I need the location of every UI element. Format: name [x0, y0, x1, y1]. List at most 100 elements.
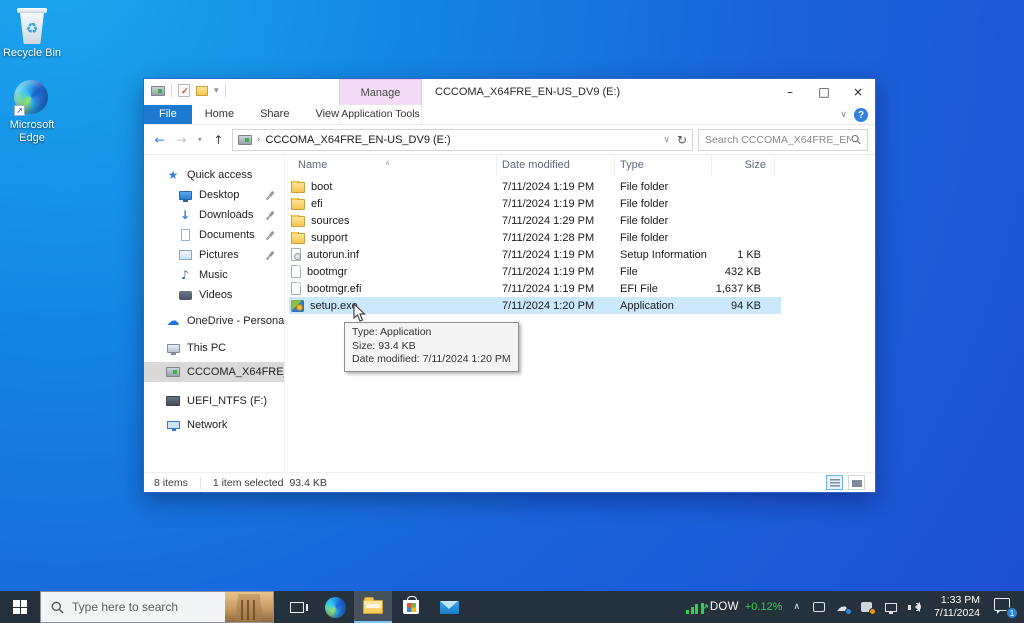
file-row-bootmgr[interactable]: bootmgr 7/11/2024 1:19 PM File 432 KB	[289, 263, 781, 280]
stock-index-label: DOW	[710, 601, 739, 613]
taskbar-app-edge[interactable]	[316, 591, 354, 623]
pin-icon	[266, 211, 275, 220]
properties-button[interactable]: ✓	[178, 84, 190, 97]
new-folder-button[interactable]	[196, 86, 208, 96]
column-header-date-modified[interactable]: Date modified	[497, 156, 615, 175]
taskbar-app-store[interactable]	[392, 591, 430, 623]
file-row-sources[interactable]: sources 7/11/2024 1:29 PM File folder	[289, 212, 781, 229]
taskbar-app-mail[interactable]	[430, 591, 468, 623]
file-explorer-icon	[363, 600, 383, 614]
pictures-icon	[178, 248, 192, 262]
monitor-icon	[166, 341, 180, 355]
details-view-button[interactable]	[826, 475, 843, 490]
refresh-icon[interactable]: ↻	[677, 133, 687, 147]
tooltip-size: Size: 93.4 KB	[352, 340, 511, 354]
folder-icon	[291, 216, 305, 227]
address-dropdown-chevron-icon[interactable]: ∨	[663, 135, 670, 145]
file-icon	[291, 282, 301, 295]
sidebar-item-cccoma-drive[interactable]: CCCOMA_X64FRE_EN	[144, 362, 284, 382]
pin-icon	[266, 191, 275, 200]
sidebar-item-uefi-ntfs[interactable]: UEFI_NTFS (F:)	[144, 391, 284, 411]
window-drive-icon	[151, 86, 165, 96]
sidebar-item-pictures[interactable]: Pictures	[144, 245, 284, 265]
sidebar-item-onedrive[interactable]: ☁ OneDrive - Personal	[144, 311, 284, 331]
stock-chart-icon: ↗	[686, 601, 704, 614]
large-icons-view-button[interactable]	[848, 475, 865, 490]
sidebar-item-documents[interactable]: Documents	[144, 225, 284, 245]
task-view-button[interactable]	[278, 591, 316, 623]
documents-icon	[178, 228, 192, 242]
file-row-efi[interactable]: efi 7/11/2024 1:19 PM File folder	[289, 195, 781, 212]
ribbon-collapse-chevron-icon[interactable]: ∨	[840, 110, 847, 120]
window-title: CCCOMA_X64FRE_EN-US_DV9 (E:)	[435, 79, 620, 105]
stock-ticker-widget[interactable]: ↗ DOW +0.12%	[686, 601, 782, 614]
videos-icon	[178, 288, 192, 302]
breadcrumb[interactable]: › CCCOMA_X64FRE_EN-US_DV9 (E:) ∨ ↻	[232, 129, 693, 151]
status-item-count: 8 items	[154, 477, 188, 489]
tab-file[interactable]: File	[144, 105, 192, 124]
search-highlight-image[interactable]	[225, 592, 273, 622]
file-list: boot 7/11/2024 1:19 PM File folder efi 7…	[289, 178, 781, 314]
sidebar-item-this-pc[interactable]: This PC	[144, 338, 284, 358]
cloud-icon: ☁	[166, 314, 180, 328]
taskbar-app-file-explorer[interactable]	[354, 591, 392, 623]
breadcrumb-drive-icon	[238, 135, 252, 145]
security-tray-icon[interactable]	[859, 601, 874, 614]
tab-home[interactable]: Home	[192, 105, 247, 124]
search-placeholder: Type here to search	[72, 600, 178, 614]
sidebar-item-desktop[interactable]: Desktop	[144, 185, 284, 205]
file-row-bootmgr-efi[interactable]: bootmgr.efi 7/11/2024 1:19 PM EFI File 1…	[289, 280, 781, 297]
title-bar[interactable]: ✓ ▾ Manage CCCOMA_X64FRE_EN-US_DV9 (E:) …	[144, 79, 875, 105]
tooltip-date: Date modified: 7/11/2024 1:20 PM	[352, 353, 511, 367]
tab-share[interactable]: Share	[247, 105, 302, 124]
sidebar-item-videos[interactable]: Videos	[144, 285, 284, 305]
up-button[interactable]: ↑	[210, 133, 227, 147]
music-icon: ♪	[178, 268, 192, 282]
column-header-name[interactable]: Name ∧	[285, 156, 497, 175]
taskbar-clock[interactable]: 1:33 PM 7/11/2024	[931, 594, 983, 620]
status-bar: 8 items 1 item selected 93.4 KB	[144, 472, 875, 492]
tablet-mode-tray-icon[interactable]	[811, 601, 826, 614]
desktop-icon-recycle-bin[interactable]: ♻ Recycle Bin	[0, 8, 64, 60]
minimize-button[interactable]: –	[773, 79, 807, 105]
drive-icon	[166, 367, 180, 377]
explorer-search-input[interactable]: Search CCCOMA_X64FRE_EN-...	[698, 129, 868, 151]
column-header-type[interactable]: Type	[615, 156, 712, 175]
help-icon[interactable]: ?	[854, 108, 868, 122]
edge-icon: ↗	[14, 80, 50, 116]
ribbon-tabs: File Home Share View Application Tools ∨…	[144, 105, 875, 125]
action-center-button[interactable]: 1	[994, 598, 1016, 616]
recycle-bin-icon: ♻	[15, 8, 49, 44]
qat-customize-chevron-icon[interactable]: ▾	[214, 86, 219, 96]
breadcrumb-path[interactable]: CCCOMA_X64FRE_EN-US_DV9 (E:)	[266, 134, 659, 146]
file-row-support[interactable]: support 7/11/2024 1:28 PM File folder	[289, 229, 781, 246]
sidebar-item-network[interactable]: Network	[144, 415, 284, 435]
back-button[interactable]: ←	[151, 133, 168, 147]
windows-logo-icon	[13, 600, 27, 614]
sidebar-item-music[interactable]: ♪ Music	[144, 265, 284, 285]
taskbar-search-input[interactable]: Type here to search	[40, 591, 274, 623]
contextual-tab-group-manage[interactable]: Manage	[339, 79, 422, 105]
desktop-icon-microsoft-edge[interactable]: ↗ Microsoft Edge	[0, 80, 64, 144]
sidebar-item-downloads[interactable]: ↓ Downloads	[144, 205, 284, 225]
sidebar-item-quick-access[interactable]: ★ Quick access	[144, 165, 284, 185]
start-button[interactable]	[0, 591, 40, 623]
network-tray-icon[interactable]	[883, 601, 898, 614]
folder-icon	[291, 199, 305, 210]
file-row-boot[interactable]: boot 7/11/2024 1:19 PM File folder	[289, 178, 781, 195]
file-row-autorun-inf[interactable]: autorun.inf 7/11/2024 1:19 PM Setup Info…	[289, 246, 781, 263]
volume-tray-icon[interactable]	[907, 601, 922, 614]
hidden-icons-chevron-icon[interactable]: ∧	[791, 602, 802, 612]
folder-icon	[291, 182, 305, 193]
close-button[interactable]: ×	[841, 79, 875, 105]
maximize-button[interactable]: □	[807, 79, 841, 105]
onedrive-tray-icon[interactable]: ☁	[835, 601, 850, 614]
folder-icon	[291, 233, 305, 244]
tab-application-tools[interactable]: Application Tools	[339, 105, 422, 124]
forward-button[interactable]: →	[173, 133, 190, 147]
search-icon	[51, 601, 64, 614]
column-header-size[interactable]: Size	[712, 156, 775, 175]
column-headers: Name ∧ Date modified Type Size	[285, 156, 875, 175]
notification-count-badge: 1	[1006, 607, 1018, 619]
recent-locations-chevron-icon[interactable]: ▾	[195, 135, 205, 144]
